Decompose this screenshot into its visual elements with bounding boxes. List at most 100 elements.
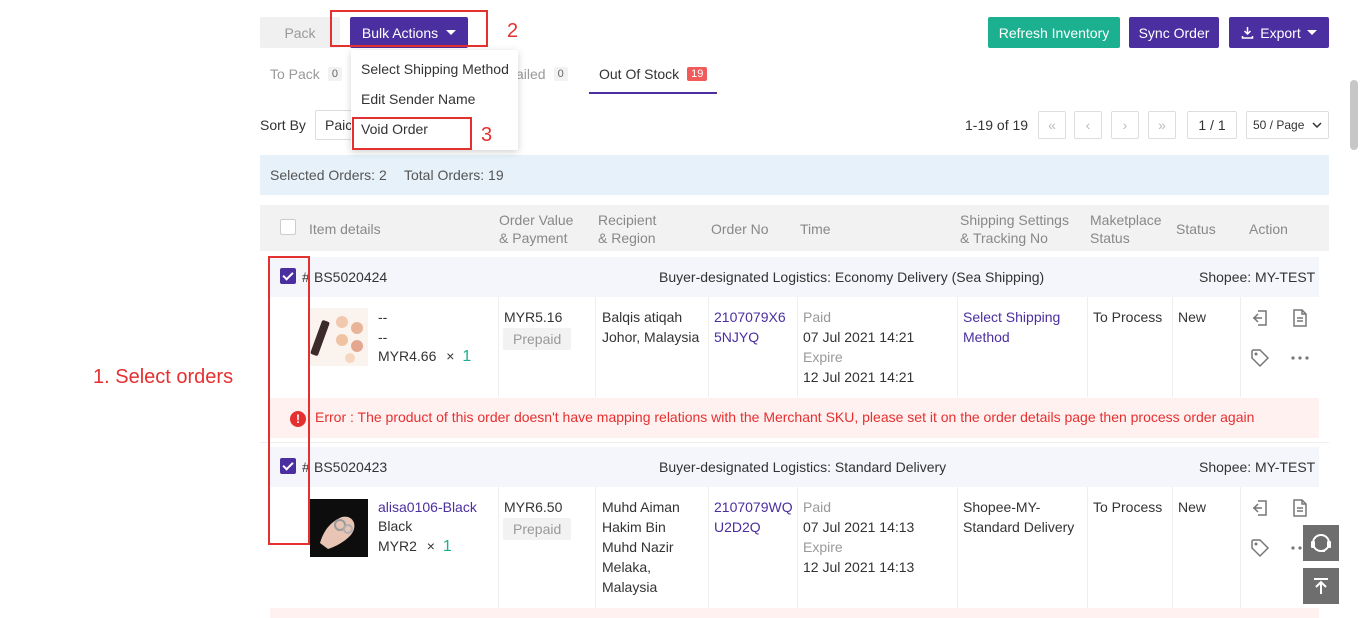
- next-page-button[interactable]: ›: [1111, 111, 1139, 139]
- product-thumbnail[interactable]: [310, 308, 368, 366]
- item-line: --: [378, 329, 388, 345]
- process-order-icon[interactable]: [1250, 498, 1270, 518]
- selection-summary-bar: Selected Orders: 2 Total Orders: 19: [260, 155, 1329, 195]
- annotation-box-checkboxes: [268, 256, 310, 545]
- table-header: Item details Order Value & Payment Recipi…: [260, 205, 1329, 251]
- header-line: Shipping Settings: [960, 212, 1069, 228]
- shipping-line: Method: [963, 329, 1010, 345]
- order-no-link[interactable]: 2107079WQ U2D2Q: [714, 497, 793, 537]
- item-qty: 1: [442, 538, 452, 555]
- first-page-button[interactable]: «: [1038, 111, 1066, 139]
- order-no-line: 2107079WQ: [714, 499, 793, 515]
- times-sign: ×: [426, 538, 435, 554]
- tab-to-pack[interactable]: To Pack 0: [270, 66, 342, 82]
- header-item-details: Item details: [309, 221, 381, 237]
- per-page-select[interactable]: 50 / Page: [1246, 111, 1329, 139]
- download-icon: [1242, 27, 1254, 39]
- expire-label: Expire: [803, 349, 843, 365]
- shipping-line: Shopee-MY-: [963, 499, 1041, 515]
- tab-label: ailed: [516, 66, 546, 82]
- order-logistics: Buyer-designated Logistics: Standard Del…: [659, 459, 947, 475]
- active-tab-underline: [589, 92, 717, 94]
- menu-item-select-shipping-method[interactable]: Select Shipping Method: [361, 61, 509, 77]
- header-line: & Region: [598, 230, 656, 246]
- order-no-line: U2D2Q: [714, 519, 761, 535]
- process-order-icon[interactable]: [1250, 308, 1270, 328]
- header-line: Order Value: [499, 212, 574, 228]
- product-thumbnail[interactable]: [310, 499, 368, 557]
- order-value: MYR6.50: [504, 499, 563, 515]
- select-shipping-method-link[interactable]: Select Shipping Method: [963, 307, 1060, 347]
- export-button[interactable]: Export: [1229, 17, 1329, 48]
- annotation-box-void-order: [352, 117, 472, 150]
- recipient-address: Muhd Aiman Hakim Bin Muhd Nazir Melaka, …: [602, 497, 680, 597]
- last-page-button[interactable]: »: [1148, 111, 1176, 139]
- order-value: MYR5.16: [504, 309, 563, 325]
- item-variant: Black: [378, 518, 413, 534]
- column-divider: [1240, 487, 1241, 612]
- header-line: Recipient: [598, 212, 657, 228]
- tab-count: 0: [553, 67, 568, 81]
- item-name-link[interactable]: alisa0106-Black: [378, 497, 477, 517]
- order-id[interactable]: BS5020423: [314, 459, 387, 475]
- header-status: Status: [1176, 221, 1216, 237]
- back-to-top-button[interactable]: [1303, 568, 1339, 604]
- payment-badge: Prepaid: [503, 328, 572, 350]
- pagination-info: 1-19 of 19: [965, 117, 1029, 133]
- scrollbar-thumb[interactable]: [1350, 80, 1358, 150]
- arrow-up-icon: [1314, 578, 1328, 594]
- column-divider: [708, 297, 709, 397]
- column-divider: [957, 297, 958, 397]
- caret-down-icon: [1306, 30, 1317, 35]
- paid-time: 07 Jul 2021 14:21: [803, 329, 915, 345]
- paid-label: Paid: [803, 309, 832, 325]
- more-options-icon[interactable]: [1290, 348, 1310, 368]
- sync-order-button[interactable]: Sync Order: [1129, 17, 1219, 48]
- header-line: Status: [1090, 230, 1130, 246]
- tag-icon[interactable]: [1250, 348, 1270, 368]
- item-price-qty: MYR4.66 × 1: [378, 346, 471, 367]
- marketplace-status: To Process: [1093, 309, 1163, 325]
- order-id[interactable]: BS5020424: [314, 269, 387, 285]
- order-no-line: 5NJYQ: [714, 329, 760, 345]
- recipient-line: Malaysia: [602, 579, 658, 595]
- prev-page-button[interactable]: ‹: [1074, 111, 1102, 139]
- order-details-icon[interactable]: [1290, 498, 1310, 518]
- header-shipping-settings: Shipping Settings & Tracking No: [960, 211, 1069, 247]
- column-divider: [498, 297, 499, 397]
- column-divider: [1087, 297, 1088, 397]
- column-divider: [595, 487, 596, 612]
- header-order-no: Order No: [711, 221, 769, 237]
- selected-orders-count: Selected Orders: 2: [270, 167, 387, 183]
- paid-time: 07 Jul 2021 14:13: [803, 519, 915, 535]
- order-no-link[interactable]: 2107079X6 5NJYQ: [714, 307, 786, 347]
- select-all-checkbox[interactable]: [280, 219, 296, 235]
- column-divider: [708, 487, 709, 612]
- order-error-bar: ! Error : The product of this order does…: [270, 398, 1319, 438]
- customer-service-button[interactable]: [1303, 525, 1339, 561]
- page-input[interactable]: 1 / 1: [1187, 111, 1237, 139]
- error-message: Error : The product of this order doesn'…: [315, 409, 1255, 425]
- annotation-step-2: 2: [507, 20, 519, 42]
- order-logistics: Buyer-designated Logistics: Economy Deli…: [659, 269, 1045, 285]
- recipient-region: Johor, Malaysia: [602, 329, 700, 345]
- item-price: MYR2: [378, 538, 417, 554]
- headset-icon: [1311, 534, 1331, 552]
- refresh-inventory-button[interactable]: Refresh Inventory: [988, 17, 1120, 48]
- menu-item-edit-sender-name[interactable]: Edit Sender Name: [361, 91, 475, 107]
- order-details-icon[interactable]: [1290, 308, 1310, 328]
- header-line: Maketplace: [1090, 212, 1162, 228]
- tab-failed[interactable]: ailed 0: [516, 66, 568, 82]
- tab-out-of-stock[interactable]: Out Of Stock 19: [599, 66, 708, 82]
- annotation-step-3: 3: [481, 124, 493, 146]
- tag-icon[interactable]: [1250, 538, 1270, 558]
- item-price-qty: MYR2 × 1: [378, 536, 452, 557]
- pack-button[interactable]: Pack: [260, 17, 340, 48]
- column-divider: [1087, 487, 1088, 612]
- header-recipient: Recipient & Region: [598, 211, 656, 247]
- per-page-value: 50 / Page: [1253, 118, 1305, 132]
- order-shop: Shopee: MY-TEST: [1199, 269, 1316, 285]
- header-time: Time: [800, 221, 831, 237]
- paid-label: Paid: [803, 499, 832, 515]
- double-chevron-right-icon: »: [1158, 117, 1166, 133]
